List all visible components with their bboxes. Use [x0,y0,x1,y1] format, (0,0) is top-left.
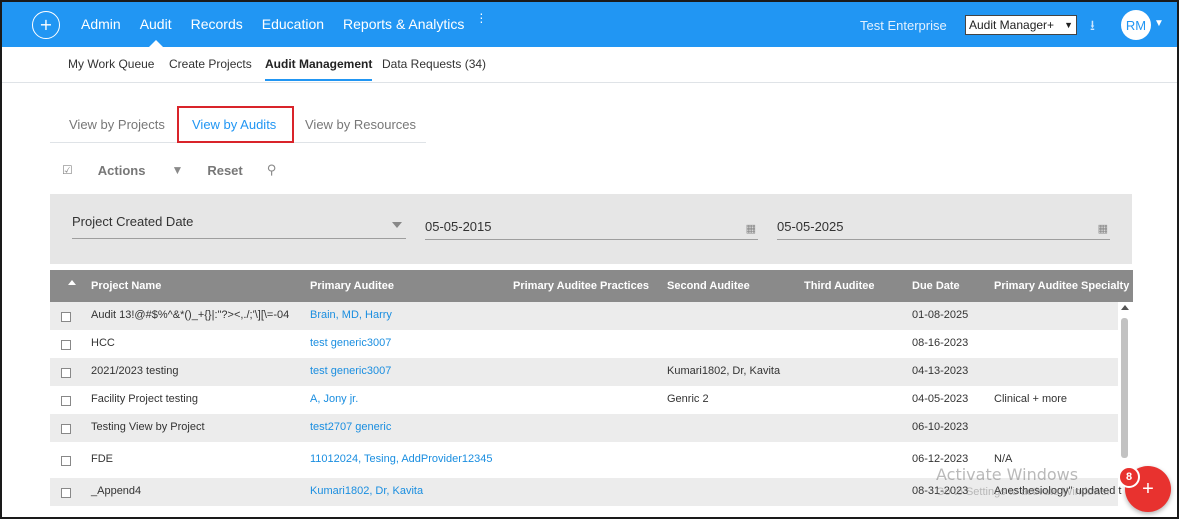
cell-project-name: Audit 13!@#$%^&*()_+{}|:"?><,./;'\][\=-0… [91,309,290,321]
row-checkbox[interactable] [61,488,71,498]
cell-project-name: Facility Project testing [91,393,198,405]
cell-project-name: Testing View by Project [91,421,205,433]
col-primary-auditee-specialty[interactable]: Primary Auditee Specialty [994,280,1129,292]
top-navbar: + Admin Audit Records Education Reports … [2,2,1177,47]
cell-project-name: FDE [91,453,113,465]
table-row[interactable]: Audit 13!@#$%^&*()_+{}|:"?><,./;'\][\=-0… [50,302,1118,330]
col-second-auditee[interactable]: Second Auditee [667,280,750,292]
logo-plus-icon: + [39,15,53,34]
row-checkbox[interactable] [61,396,71,406]
col-primary-auditee-practices[interactable]: Primary Auditee Practices [513,280,649,292]
table-row[interactable]: Testing View by Project test2707 generic… [50,414,1118,442]
date-field-value: Project Created Date [72,214,194,229]
dropdown-arrow-icon [392,222,402,228]
cell-primary-auditee-link[interactable]: 11012024, Tesing, AddProvider12345 [310,453,492,465]
checklist-icon[interactable]: ☑ [62,163,73,177]
actions-button[interactable]: Actions [98,163,146,178]
from-date-value: 05-05-2015 [425,219,492,234]
activate-windows-subtext: Go to Settings to activate Windows. [936,486,1110,498]
more-dots-icon: ⋮ [475,10,488,25]
col-third-auditee[interactable]: Third Auditee [804,280,874,292]
app-logo[interactable]: + [32,11,60,39]
avatar-caret-icon[interactable]: ▼ [1154,18,1164,29]
filter-icon[interactable]: ▼ [171,163,183,177]
scrollbar-thumb[interactable] [1121,318,1128,458]
nav-admin[interactable]: Admin [81,2,121,47]
cell-primary-auditee-link[interactable]: test generic3007 [310,365,391,377]
nav-education[interactable]: Education [262,2,324,47]
row-checkbox[interactable] [61,340,71,350]
table-header: Project Name Primary Auditee Primary Aud… [50,270,1133,302]
cell-project-name: 2021/2023 testing [91,365,179,377]
row-checkbox[interactable] [61,368,71,378]
download-icon[interactable]: ⭳ [1090,15,1095,39]
cell-due-date: 06-10-2023 [912,421,969,433]
cell-primary-auditee-link[interactable]: Kumari1802, Dr, Kavita [310,485,423,497]
sort-ascending-icon[interactable] [68,280,76,285]
nav-reports-analytics[interactable]: Reports & Analytics [343,2,464,47]
role-select[interactable]: Audit Manager+ ▼ [965,15,1077,35]
subnav-data-requests[interactable]: Data Requests (34) [382,57,486,71]
cell-project-name: _Append4 [91,485,142,497]
cell-primary-auditee-link[interactable]: test2707 generic [310,421,391,433]
main-nav: Admin Audit Records Education Reports & … [81,2,487,47]
sub-navbar: My Work Queue Create Projects Audit Mana… [2,47,1177,83]
to-date-input[interactable]: 05-05-2025 ▦ [777,219,1110,240]
col-project-name[interactable]: Project Name [91,280,161,292]
cell-second-auditee: Genric 2 [667,393,709,405]
enterprise-name: Test Enterprise [860,18,947,33]
nav-records[interactable]: Records [191,2,243,47]
app-frame: + Admin Audit Records Education Reports … [0,0,1179,519]
col-due-date[interactable]: Due Date [912,280,960,292]
date-field-select[interactable]: Project Created Date [72,214,406,239]
subnav-my-work-queue[interactable]: My Work Queue [68,57,154,71]
cell-second-auditee: Kumari1802, Dr, Kavita [667,365,781,377]
table-row[interactable]: 2021/2023 testing test generic3007 Kumar… [50,358,1118,386]
main-content: View by Projects View by Audits View by … [2,84,1177,517]
scroll-up-icon[interactable] [1121,305,1129,310]
cell-due-date: 01-08-2025 [912,309,969,321]
tab-view-by-projects[interactable]: View by Projects [69,117,165,132]
row-checkbox[interactable] [61,312,71,322]
table-row[interactable]: HCC test generic3007 08-16-2023 [50,330,1118,358]
cell-primary-auditee-link[interactable]: A, Jony jr. [310,393,358,405]
cell-specialty: N/A [994,453,1013,465]
notification-badge: 8 [1118,466,1140,488]
subnav-audit-management[interactable]: Audit Management [265,57,373,81]
chevron-down-icon: ▼ [1064,20,1073,30]
user-avatar[interactable]: RM [1121,10,1151,40]
subnav-create-projects[interactable]: Create Projects [169,57,252,71]
activate-windows-watermark: Activate Windows [936,465,1079,484]
cell-due-date: 04-13-2023 [912,365,969,377]
cell-specialty: Clinical + more [994,393,1068,405]
calendar-icon[interactable]: ▦ [1098,222,1108,235]
row-checkbox[interactable] [61,424,71,434]
calendar-icon[interactable]: ▦ [746,222,756,235]
toolbar: ☑ Actions ▼ Reset ⚲ [62,160,276,180]
cell-due-date: 04-05-2023 [912,393,969,405]
role-select-value: Audit Manager+ [969,18,1055,32]
tab-view-by-resources[interactable]: View by Resources [305,117,416,132]
active-tab-highlight [177,106,294,143]
table-row[interactable]: Facility Project testing A, Jony jr. Gen… [50,386,1118,414]
cell-primary-auditee-link[interactable]: Brain, MD, Harry [310,309,392,321]
filter-panel: Project Created Date 05-05-2015 ▦ 05-05-… [50,194,1132,264]
cell-due-date: 08-16-2023 [912,337,969,349]
nav-audit[interactable]: Audit [140,2,172,47]
plus-icon: + [1142,477,1154,500]
col-primary-auditee[interactable]: Primary Auditee [310,280,394,292]
reset-button[interactable]: Reset [207,163,242,178]
cell-project-name: HCC [91,337,115,349]
view-tabs: View by Projects View by Audits View by … [50,106,426,143]
search-icon[interactable]: ⚲ [267,162,277,178]
cell-due-date: 06-12-2023 [912,453,969,465]
row-checkbox[interactable] [61,456,71,466]
to-date-value: 05-05-2025 [777,219,844,234]
from-date-input[interactable]: 05-05-2015 ▦ [425,219,758,240]
cell-primary-auditee-link[interactable]: test generic3007 [310,337,391,349]
